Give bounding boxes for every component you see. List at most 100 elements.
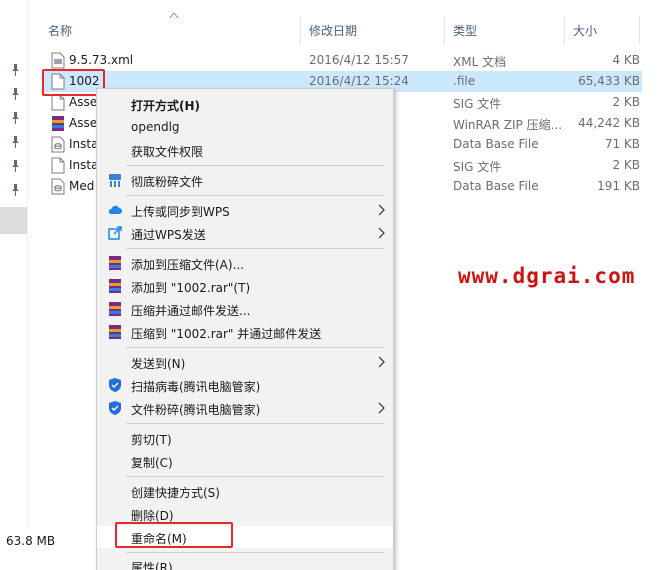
- menu-item-label: 通过WPS发送: [131, 228, 206, 242]
- menu-item-scan-virus[interactable]: 扫描病毒(腾讯电脑管家): [97, 374, 393, 396]
- column-header-bar: 名称 修改日期 类型 大小: [28, 0, 658, 45]
- menu-item-wps-upload[interactable]: 上传或同步到WPS: [97, 199, 393, 221]
- menu-separator: [126, 423, 384, 424]
- file-type: .file: [453, 74, 476, 88]
- status-size: 63.8 MB: [6, 534, 56, 548]
- menu-item-copy[interactable]: 复制(C): [97, 450, 393, 472]
- file-name: Insta: [69, 158, 99, 172]
- shield-icon: [109, 401, 121, 415]
- menu-item-compress-rar-email[interactable]: 压缩到 "1002.rar" 并通过邮件发送: [97, 321, 393, 343]
- menu-item-add-rar[interactable]: 添加到 "1002.rar"(T): [97, 275, 393, 297]
- menu-item-label: 添加到 "1002.rar"(T): [131, 281, 251, 295]
- chevron-right-icon: [378, 204, 385, 216]
- column-divider[interactable]: [564, 16, 565, 44]
- menu-item-label: 压缩到 "1002.rar" 并通过邮件发送: [131, 327, 322, 341]
- winrar-icon: [109, 325, 121, 339]
- blank-file-icon: [51, 94, 65, 111]
- menu-item-opendlg[interactable]: opendlg: [97, 116, 393, 138]
- column-divider[interactable]: [444, 16, 445, 44]
- xml-file-icon: [51, 52, 65, 69]
- menu-item-create-shortcut[interactable]: 创建快捷方式(S): [97, 480, 393, 502]
- pin-icon[interactable]: [11, 112, 20, 124]
- menu-item-label: 上传或同步到WPS: [131, 205, 230, 219]
- menu-item-label: 打开方式(H): [131, 99, 201, 113]
- sort-ascending-icon: [169, 12, 179, 19]
- menu-item-file-shred-tencent[interactable]: 文件粉碎(腾讯电脑管家): [97, 397, 393, 419]
- column-type-header[interactable]: 类型: [453, 22, 477, 39]
- chevron-right-icon: [378, 402, 385, 414]
- menu-separator: [126, 347, 384, 348]
- menu-item-open-with[interactable]: 打开方式(H): [97, 93, 393, 115]
- file-type: XML 文档: [453, 55, 507, 69]
- menu-item-send-to[interactable]: 发送到(N): [97, 351, 393, 373]
- file-size: 44,242 KB: [578, 116, 640, 130]
- blank-file-icon: [51, 157, 65, 174]
- chevron-right-icon: [378, 227, 385, 239]
- menu-item-cut[interactable]: 剪切(T): [97, 427, 393, 449]
- file-date: 2016/4/12 15:24: [309, 74, 409, 88]
- winrar-icon: [109, 279, 121, 293]
- highlight-box-rename: [115, 522, 233, 548]
- menu-separator: [126, 552, 384, 553]
- menu-item-label: 彻底粉碎文件: [131, 175, 204, 189]
- file-name: Med: [69, 179, 95, 193]
- menu-item-properties[interactable]: 属性(R): [97, 555, 393, 570]
- pin-icon[interactable]: [11, 136, 20, 148]
- column-date-header[interactable]: 修改日期: [309, 22, 357, 39]
- file-name: Asse: [69, 116, 98, 130]
- winrar-icon: [52, 116, 64, 131]
- file-type: Data Base File: [453, 179, 539, 193]
- column-divider[interactable]: [300, 16, 301, 44]
- menu-item-get-permission[interactable]: 获取文件权限: [97, 139, 393, 161]
- file-type: Data Base File: [453, 137, 539, 151]
- menu-separator: [126, 476, 384, 477]
- watermark-text: www.dgrai.com: [458, 264, 636, 288]
- menu-item-add-archive[interactable]: 添加到压缩文件(A)...: [97, 252, 393, 274]
- pin-icon[interactable]: [11, 88, 20, 100]
- menu-item-label: 获取文件权限: [131, 145, 204, 159]
- file-name: 9.5.73.xml: [69, 53, 134, 67]
- cloud-icon: [108, 205, 122, 214]
- file-size: 2 KB: [612, 95, 640, 109]
- chevron-right-icon: [378, 356, 385, 368]
- column-name-header[interactable]: 名称: [48, 22, 72, 39]
- menu-item-label: opendlg: [131, 120, 180, 134]
- file-size: 65,433 KB: [578, 74, 640, 88]
- pin-icon[interactable]: [11, 184, 20, 196]
- winrar-icon: [109, 256, 121, 270]
- file-type: SIG 文件: [453, 97, 502, 111]
- file-size: 2 KB: [612, 158, 640, 172]
- menu-item-label: 创建快捷方式(S): [131, 486, 220, 500]
- nav-selected-item[interactable]: [0, 207, 27, 234]
- db-file-icon: [51, 178, 65, 195]
- menu-item-label: 属性(R): [131, 561, 173, 570]
- column-divider[interactable]: [639, 16, 640, 44]
- menu-item-compress-email[interactable]: 压缩并通过邮件发送...: [97, 298, 393, 320]
- shield-icon: [109, 378, 121, 392]
- file-name: Asse: [69, 95, 98, 109]
- db-file-icon: [51, 136, 65, 153]
- share-icon: [108, 226, 122, 240]
- menu-item-shred[interactable]: 彻底粉碎文件: [97, 169, 393, 191]
- menu-item-label: 压缩并通过邮件发送...: [131, 304, 251, 318]
- menu-item-label: 剪切(T): [131, 433, 172, 447]
- menu-separator: [126, 248, 384, 249]
- pin-icon[interactable]: [11, 160, 20, 172]
- column-size-header[interactable]: 大小: [573, 22, 597, 39]
- file-date: 2016/4/12 15:57: [309, 53, 409, 67]
- context-menu: 打开方式(H) opendlg 获取文件权限 彻底粉碎文件 上传或同步到WPS …: [96, 88, 394, 570]
- pin-icon[interactable]: [11, 64, 20, 76]
- winrar-icon: [109, 302, 121, 316]
- menu-item-wps-send[interactable]: 通过WPS发送: [97, 222, 393, 244]
- menu-item-label: 文件粉碎(腾讯电脑管家): [131, 403, 261, 417]
- file-type: SIG 文件: [453, 160, 502, 174]
- file-row[interactable]: 9.5.73.xml 2016/4/12 15:57 XML 文档 4 KB: [44, 50, 642, 71]
- menu-separator: [126, 195, 384, 196]
- menu-item-label: 添加到压缩文件(A)...: [131, 258, 245, 272]
- menu-item-label: 发送到(N): [131, 357, 186, 371]
- menu-item-label: 复制(C): [131, 456, 173, 470]
- navigation-pane: [0, 0, 28, 530]
- shredder-icon: [109, 174, 121, 187]
- menu-separator: [126, 165, 384, 166]
- file-name: Insta: [69, 137, 99, 151]
